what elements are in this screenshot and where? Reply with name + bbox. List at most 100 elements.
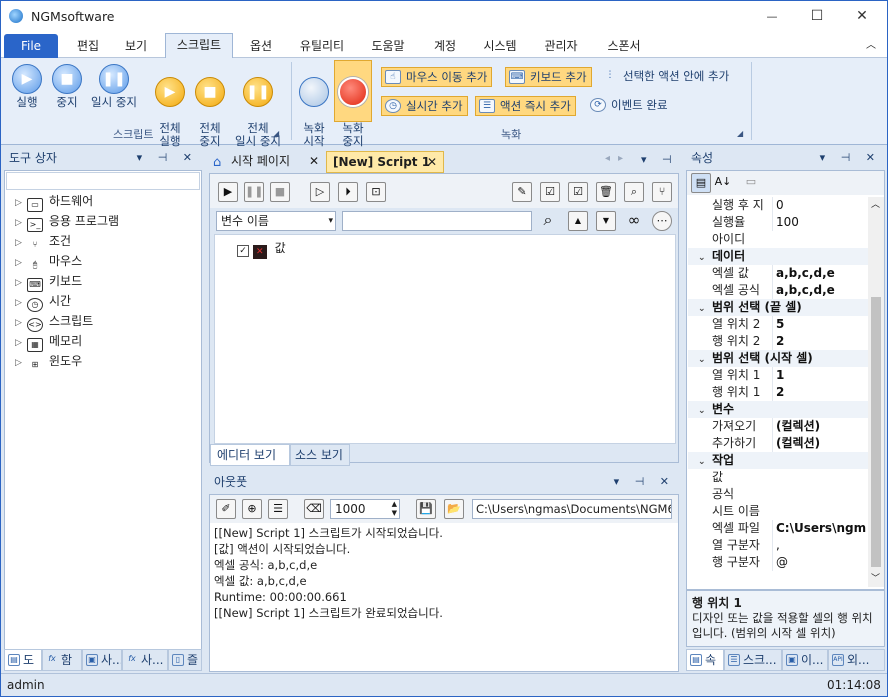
tree-item-application[interactable]: ▷ >_ 응용 프로그램 bbox=[15, 211, 119, 232]
tree-item-window[interactable]: ▷ ⊞ 윈도우 bbox=[15, 351, 82, 371]
tab-images[interactable]: ▣ 이... bbox=[782, 649, 828, 671]
more-button[interactable]: ⋯ bbox=[652, 211, 672, 231]
add-mouse-move-button[interactable]: ☝ 마우스 이동 추가 bbox=[381, 67, 493, 87]
property-category[interactable]: ⌄ 범위 선택 (끝 셀) bbox=[688, 299, 868, 316]
event-complete-button[interactable]: ⟳ 이벤트 완료 bbox=[587, 96, 672, 116]
property-row[interactable]: 공식 bbox=[688, 486, 868, 503]
property-row[interactable]: 엑셀 값 a,b,c,d,e bbox=[688, 265, 868, 282]
tree-item-script[interactable]: ▷ <> 스크립트 bbox=[15, 311, 93, 332]
check-all-button[interactable]: ☑ bbox=[540, 182, 560, 202]
property-value[interactable]: 100 bbox=[772, 214, 868, 231]
search-button[interactable]: ⌕ bbox=[624, 182, 644, 202]
stop-all-button[interactable]: ■ 전체 중지 bbox=[191, 64, 229, 148]
property-row[interactable]: 시트 이름 bbox=[688, 503, 868, 520]
eraser-button[interactable]: ⌫ bbox=[304, 499, 324, 519]
loop-button[interactable]: ∞ bbox=[624, 211, 644, 231]
step-over-button[interactable]: ⊡ bbox=[366, 182, 386, 202]
menu-account[interactable]: 계정 bbox=[425, 36, 465, 58]
tab-start-page[interactable]: ⌂ 시작 페이지 ✕ bbox=[209, 151, 325, 173]
realtime-add-button[interactable]: ◷ 실시간 추가 bbox=[381, 96, 468, 116]
property-row[interactable]: 열 구분자, bbox=[688, 537, 868, 554]
property-row[interactable]: 엑셀 공식 a,b,c,d,e bbox=[688, 282, 868, 299]
tab-user-functions[interactable]: fx 사... bbox=[122, 649, 168, 671]
close-tab-icon[interactable]: ✕ bbox=[427, 152, 437, 172]
maximize-button[interactable]: ☐ bbox=[794, 1, 840, 32]
stop-button[interactable]: ■ bbox=[270, 182, 290, 202]
step-into-button[interactable]: ⏵ bbox=[338, 182, 358, 202]
scroll-down-icon[interactable]: ﹀ bbox=[871, 571, 880, 584]
menu-system[interactable]: 시스템 bbox=[475, 36, 525, 58]
tree-item-keyboard[interactable]: ▷ ⌨ 키보드 bbox=[15, 271, 82, 292]
menu-script[interactable]: 스크립트 bbox=[165, 33, 233, 58]
alphabetical-sort-button[interactable]: A↓ bbox=[713, 173, 733, 193]
edit-button[interactable]: ✎ bbox=[512, 182, 532, 202]
property-value[interactable]: (컬렉션) bbox=[772, 418, 868, 435]
variable-select[interactable]: 변수 이름 ▾ bbox=[216, 211, 336, 231]
property-value[interactable]: C:\Users\ngm bbox=[772, 520, 868, 537]
property-value[interactable]: 2 bbox=[772, 384, 868, 401]
list-button[interactable]: ☰ bbox=[268, 499, 288, 519]
line-count-stepper[interactable]: 1000 ▲ ▼ bbox=[330, 499, 400, 519]
panel-buttons[interactable]: ▾ ⊣ ✕ bbox=[820, 148, 881, 168]
tab-user[interactable]: ▣ 사... bbox=[82, 649, 122, 671]
menu-utility[interactable]: 유틸리티 bbox=[291, 36, 353, 58]
property-row[interactable]: 가져오기 (컬렉션) bbox=[688, 418, 868, 435]
add-inside-selected-button[interactable]: ⋮ 선택한 액션 안에 추가 bbox=[599, 67, 733, 87]
run-all-button[interactable]: ▶ 전체 실행 bbox=[151, 64, 189, 148]
tab-toolbox[interactable]: ▤ 도 bbox=[4, 649, 42, 671]
add-keyboard-button[interactable]: ⌨ 키보드 추가 bbox=[505, 67, 592, 87]
property-row[interactable]: 실행 후 지 0 bbox=[688, 197, 868, 214]
check-button[interactable]: ☑ bbox=[568, 182, 588, 202]
property-value[interactable]: 2 bbox=[772, 333, 868, 350]
property-category[interactable]: ⌄ 범위 선택 (시작 셀) bbox=[688, 350, 868, 367]
property-value[interactable]: 0 bbox=[772, 197, 868, 214]
tree-item-condition[interactable]: ▷ ⑂ 조건 bbox=[15, 231, 71, 251]
tree-item-hardware[interactable]: ▷ ▭ 하드웨어 bbox=[15, 191, 93, 212]
scroll-thumb[interactable] bbox=[871, 297, 881, 567]
property-value[interactable]: , bbox=[772, 537, 868, 554]
close-button[interactable]: ✕ bbox=[839, 1, 885, 32]
pause-button[interactable]: ❚❚ 일시 중지 bbox=[87, 64, 141, 109]
step-play-button[interactable]: ▷ bbox=[310, 182, 330, 202]
menu-admin[interactable]: 관리자 bbox=[535, 36, 587, 58]
property-value[interactable]: 1 bbox=[772, 367, 868, 384]
run-button[interactable]: ▶ 실행 bbox=[9, 64, 45, 109]
property-row[interactable]: 값 bbox=[688, 469, 868, 486]
record-start-button[interactable]: 녹화 시작 bbox=[297, 64, 331, 148]
property-value[interactable]: (컬렉션) bbox=[772, 435, 868, 452]
search-input[interactable] bbox=[342, 211, 532, 231]
menu-options[interactable]: 옵션 bbox=[241, 36, 281, 58]
menu-sponsor[interactable]: 스폰서 bbox=[597, 36, 651, 58]
categorized-view-button[interactable]: ▤ bbox=[691, 173, 711, 193]
scroll-up-icon[interactable]: ︿ bbox=[871, 197, 880, 210]
pause-button[interactable]: ❚❚ bbox=[244, 182, 264, 202]
tab-external-api[interactable]: API 외... bbox=[828, 649, 885, 671]
open-folder-button[interactable]: 📂 bbox=[444, 499, 464, 519]
checkbox-checked[interactable]: ✓ bbox=[237, 245, 249, 257]
property-value[interactable]: a,b,c,d,e bbox=[772, 265, 868, 282]
close-tab-icon[interactable]: ✕ bbox=[309, 151, 319, 171]
toolbox-search-input[interactable] bbox=[6, 172, 200, 190]
property-category[interactable]: ⌄ 작업 bbox=[688, 452, 868, 469]
tree-item-memory[interactable]: ▷ ▦ 메모리 bbox=[15, 331, 82, 352]
minimize-button[interactable]: — bbox=[749, 1, 795, 32]
property-category[interactable]: ⌄ 데이터 bbox=[688, 248, 868, 265]
clean-button[interactable]: ✐ bbox=[216, 499, 236, 519]
tab-editor-view[interactable]: 에디터 보기 bbox=[210, 444, 290, 466]
property-value[interactable]: a,b,c,d,e bbox=[772, 282, 868, 299]
dialog-launcher-icon[interactable]: ◢ bbox=[273, 129, 279, 138]
tab-source-view[interactable]: 소스 보기 bbox=[290, 444, 350, 466]
move-down-button[interactable]: ▼ bbox=[596, 211, 616, 231]
tree-item-mouse[interactable]: ▷ 🖰 마우스 bbox=[15, 251, 82, 271]
panel-buttons[interactable]: ▾ ⊣ ✕ bbox=[614, 472, 675, 492]
tab-script-1[interactable]: [New] Script 1 ✕ bbox=[326, 151, 444, 173]
menu-view[interactable]: 보기 bbox=[115, 36, 157, 58]
properties-scrollbar[interactable]: ︿ ﹀ bbox=[868, 197, 884, 587]
record-stop-button[interactable]: 녹화 중지 bbox=[335, 64, 371, 148]
add-action-immediately-button[interactable]: ☰ 액션 즉시 추가 bbox=[475, 96, 576, 116]
tab-nav-buttons[interactable]: ◂▸ bbox=[605, 153, 631, 164]
property-row[interactable]: 행 위치 1 2 bbox=[688, 384, 868, 401]
delete-button[interactable]: 🗑 bbox=[596, 182, 616, 202]
tab-functions[interactable]: fx 함 bbox=[42, 649, 82, 671]
play-button[interactable]: ▶ bbox=[218, 182, 238, 202]
